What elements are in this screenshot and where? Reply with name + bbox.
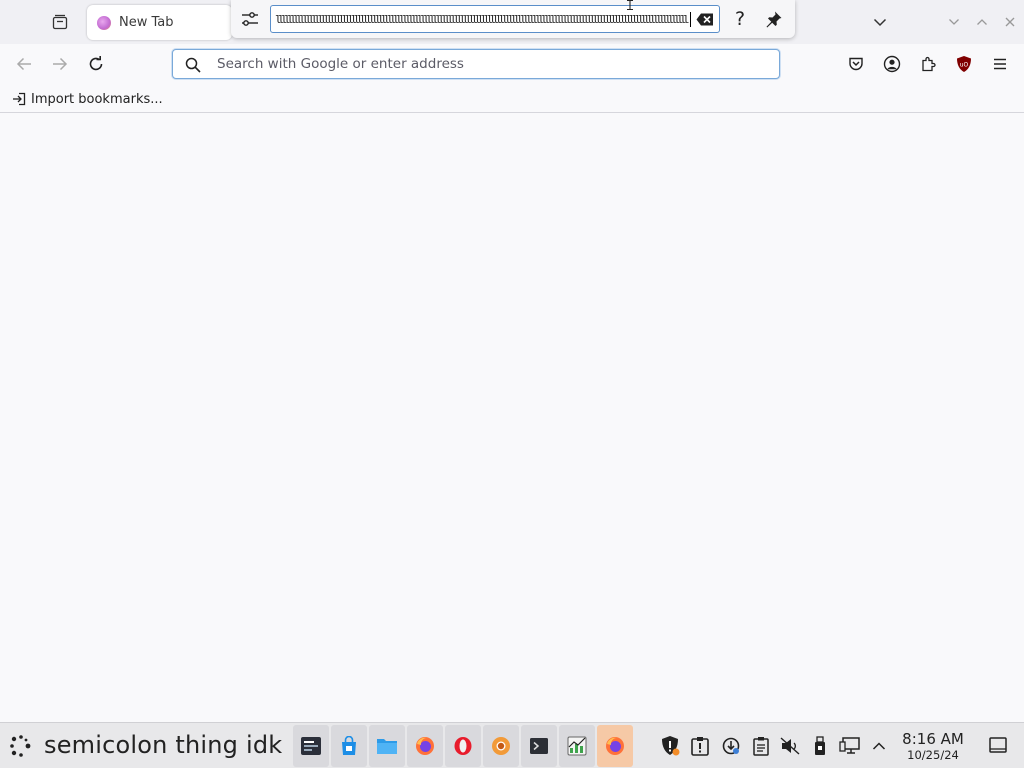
address-input[interactable] <box>217 50 757 78</box>
import-icon <box>13 92 26 106</box>
pin-icon <box>766 11 782 28</box>
ublock-origin-button[interactable]: uO <box>950 50 978 78</box>
navigation-toolbar: uO <box>0 44 1024 84</box>
firefox-favicon-icon <box>97 15 111 30</box>
bookmarks-toolbar: Import bookmarks... <box>0 84 1024 113</box>
pocket-button[interactable] <box>842 50 870 78</box>
address-bar[interactable] <box>172 49 780 79</box>
minimize-button[interactable] <box>944 12 964 32</box>
list-all-tabs-button[interactable] <box>868 10 892 34</box>
find-pin-button[interactable] <box>762 7 786 31</box>
taskbar-firefox-active[interactable] <box>597 725 633 767</box>
text-cursor-icon <box>627 0 633 10</box>
app-launcher-icon <box>301 737 321 755</box>
tab-strip: New Tab llllllllllllllllllllllllllllllll… <box>0 0 1024 44</box>
search-icon <box>185 57 201 73</box>
find-toolbar: llllllllllllllllllllllllllllllllllllllll… <box>231 0 795 38</box>
tray-volume[interactable] <box>779 735 801 757</box>
taskbar-firefox[interactable] <box>407 725 443 767</box>
arrow-right-icon <box>53 57 68 71</box>
find-options-button[interactable] <box>237 6 263 32</box>
import-bookmarks-button[interactable]: Import bookmarks... <box>12 89 163 109</box>
taskbar-file-manager[interactable] <box>369 725 405 767</box>
taskbar-opera[interactable] <box>445 725 481 767</box>
tab-title: New Tab <box>119 15 174 30</box>
find-input-field[interactable]: llllllllllllllllllllllllllllllllllllllll… <box>270 5 720 33</box>
system-monitor-icon <box>567 736 587 756</box>
extensions-button[interactable] <box>914 50 942 78</box>
tray-security[interactable] <box>659 735 681 757</box>
tray-network[interactable] <box>839 735 861 757</box>
forward-button[interactable] <box>46 50 74 78</box>
software-center-icon <box>342 736 356 755</box>
puzzle-piece-icon <box>922 56 936 72</box>
tray-notifications[interactable] <box>689 735 711 757</box>
tab-new-tab[interactable]: New Tab <box>87 5 232 40</box>
reload-button[interactable] <box>82 50 110 78</box>
file-manager-icon <box>377 739 397 754</box>
text-caret <box>690 12 691 27</box>
page-content[interactable] <box>0 114 1024 722</box>
find-input-text: llllllllllllllllllllllllllllllllllllllll… <box>275 13 690 26</box>
account-button[interactable] <box>878 50 906 78</box>
tray-removable-devices[interactable] <box>809 735 831 757</box>
taskbar-chromium[interactable] <box>483 725 519 767</box>
taskbar: semicolon thing idk 8:16 AM 10/25/24 <box>0 722 1024 768</box>
terminal-icon <box>530 738 548 754</box>
tray-show-hidden[interactable] <box>868 735 890 757</box>
reload-icon <box>89 56 103 71</box>
show-desktop-icon[interactable] <box>987 736 1009 756</box>
pocket-icon <box>849 57 863 71</box>
chromium-icon <box>492 737 510 755</box>
ublock-shield-icon: uO <box>957 56 971 72</box>
opera-icon <box>454 737 472 755</box>
chevron-down-icon <box>873 18 887 27</box>
shield-warning-icon <box>662 736 680 756</box>
clipboard-alert-icon <box>691 737 709 756</box>
network-wired-icon <box>839 737 860 754</box>
tray-updates[interactable] <box>720 735 742 757</box>
start-menu-icon[interactable] <box>8 733 34 759</box>
chevron-down-icon <box>949 19 959 25</box>
clock-time: 8:16 AM <box>902 730 964 748</box>
tab-manager-icon <box>52 14 68 30</box>
clock[interactable]: 8:16 AM 10/25/24 <box>898 730 968 763</box>
hamburger-menu-icon <box>994 58 1006 70</box>
update-icon <box>722 737 740 755</box>
tab-manager-button[interactable] <box>46 8 74 36</box>
taskbar-app-launcher[interactable] <box>293 725 329 767</box>
chevron-up-icon <box>872 742 886 750</box>
maximize-button[interactable] <box>972 12 992 32</box>
firefox-icon <box>606 737 624 755</box>
back-button[interactable] <box>10 50 38 78</box>
import-bookmarks-label: Import bookmarks... <box>31 91 163 107</box>
backspace-icon <box>696 13 713 25</box>
chevron-up-icon <box>977 19 987 25</box>
arrow-left-icon <box>16 57 31 71</box>
firefox-icon <box>416 737 434 755</box>
close-window-button[interactable] <box>1000 12 1020 32</box>
usb-drive-icon <box>815 736 825 755</box>
taskbar-software-center[interactable] <box>331 725 367 767</box>
find-help-button[interactable]: ? <box>728 7 752 31</box>
account-icon <box>883 55 901 73</box>
tray-clipboard[interactable] <box>750 735 772 757</box>
volume-muted-icon <box>780 737 800 755</box>
app-menu-button[interactable] <box>986 50 1014 78</box>
svg-text:uO: uO <box>960 62 969 69</box>
taskbar-system-monitor[interactable] <box>559 725 595 767</box>
clipboard-icon <box>753 737 769 756</box>
find-clear-button[interactable] <box>695 11 715 27</box>
sliders-icon <box>242 12 258 26</box>
start-menu-label[interactable]: semicolon thing idk <box>44 731 282 759</box>
taskbar-terminal[interactable] <box>521 725 557 767</box>
close-icon <box>1005 17 1015 27</box>
clock-date: 10/25/24 <box>907 748 959 762</box>
